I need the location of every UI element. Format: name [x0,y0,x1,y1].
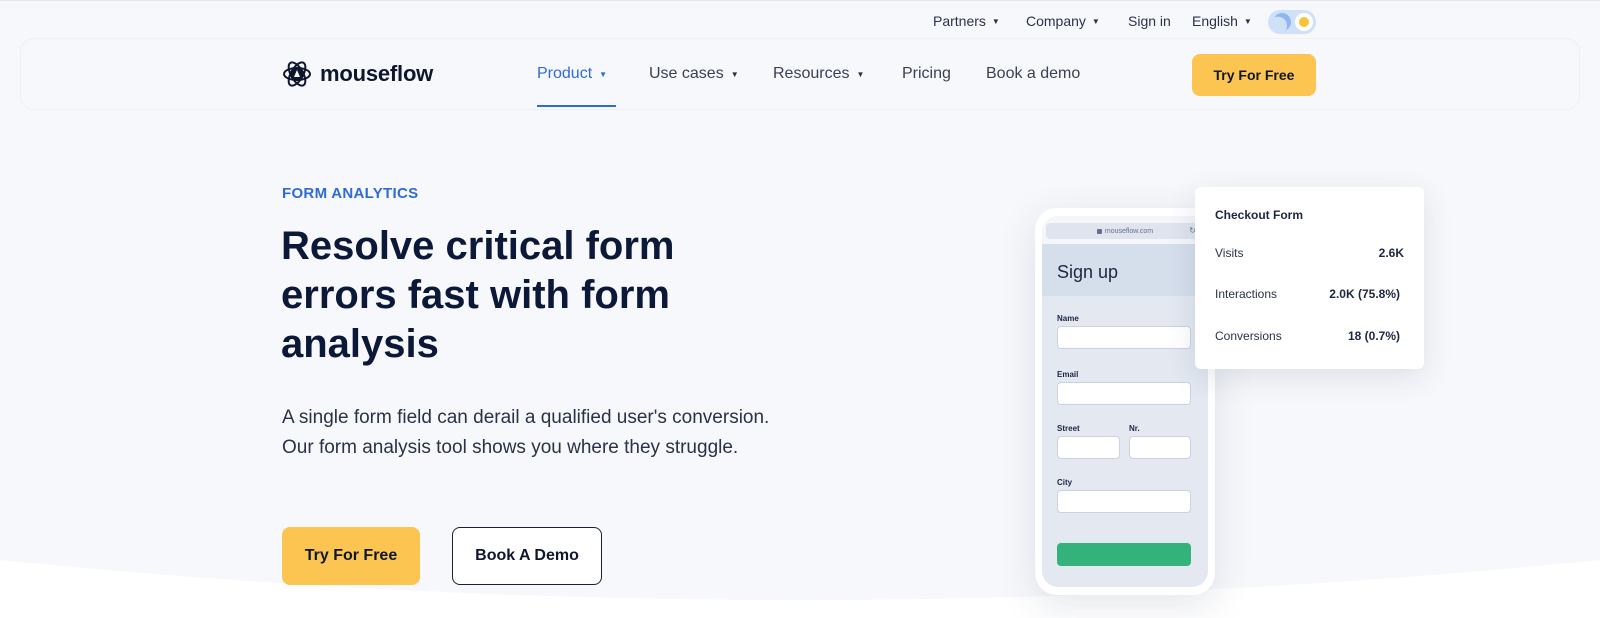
stats-value: 2.6K [1378,246,1404,260]
nav-pricing-label: Pricing [902,65,951,82]
city-label: City [1057,478,1073,487]
nav-use-cases-label: Use cases [649,65,724,82]
moon-icon [1270,10,1293,33]
hero-book-demo-button[interactable]: Book A Demo [452,527,602,585]
hero-headline: Resolve critical form errors fast with f… [281,224,675,366]
logo[interactable]: mouseflow [282,59,433,89]
email-label: Email [1057,370,1079,379]
phone-screen: mouseflow.com ↻ Sign up Name Email Stree… [1042,216,1208,587]
nav-book-demo[interactable]: Book a demo [986,65,1080,83]
street-label: Street [1057,424,1080,433]
stats-row: Conversions 18 (0.7%) [1215,329,1400,343]
stats-title: Checkout Form [1215,208,1304,222]
hero-eyebrow: FORM ANALYTICS [282,185,419,202]
utility-company-label: Company [1026,13,1086,29]
sun-icon [1295,13,1313,31]
caret-down-icon: ▼ [1243,16,1252,26]
url-bar: mouseflow.com ↻ [1046,223,1204,239]
page: Partners ▼ Company ▼ Sign in English ▼ m… [0,0,1600,618]
utility-language[interactable]: English ▼ [1192,13,1252,29]
utility-sign-in[interactable]: Sign in [1128,13,1171,29]
nr-label: Nr. [1129,424,1140,433]
nav-active-indicator [537,105,616,107]
caret-down-icon: ▼ [730,69,739,79]
name-field [1057,326,1191,349]
stats-value: 18 (0.7%) [1347,329,1400,343]
stats-row: Interactions 2.0K (75.8%) [1215,287,1400,301]
language-label: English [1192,13,1238,29]
caret-down-icon: ▼ [856,69,865,79]
stats-label: Visits [1215,246,1244,260]
nav-book-demo-label: Book a demo [986,65,1081,82]
name-label: Name [1057,314,1079,323]
bottom-wave [0,560,1600,618]
lock-icon [1096,228,1102,234]
mouseflow-logo-icon [283,61,311,87]
utility-partners[interactable]: Partners ▼ [933,13,1000,29]
logo-text: mouseflow [320,61,434,86]
signup-title: Sign up [1042,244,1208,296]
utility-company[interactable]: Company ▼ [1026,13,1100,29]
caret-down-icon: ▼ [599,69,608,79]
nav-product[interactable]: Product ▼ [537,65,607,83]
hero-subtext: A single form field can derail a qualifi… [282,407,770,458]
phone-mockup: mouseflow.com ↻ Sign up Name Email Stree… [1035,208,1215,595]
nr-field [1129,436,1191,459]
nav-product-label: Product [537,65,593,82]
stats-label: Conversions [1215,329,1282,343]
browser-bar: mouseflow.com ↻ [1042,216,1208,244]
caret-down-icon: ▼ [1091,16,1100,26]
stats-label: Interactions [1215,287,1278,301]
utility-bar: Partners ▼ Company ▼ Sign in English ▼ [0,0,1600,42]
theme-toggle[interactable] [1268,10,1316,34]
checkout-form-stats-card: Checkout Form Visits 2.6K Interactions 2… [1195,187,1424,369]
nav-pricing[interactable]: Pricing [902,65,951,83]
utility-partners-label: Partners [933,13,986,29]
stats-value: 2.0K (75.8%) [1329,287,1400,301]
nav-try-free-button[interactable]: Try For Free [1192,54,1316,96]
hero-try-free-button[interactable]: Try For Free [282,527,420,585]
signup-submit-button [1057,543,1191,566]
nav-resources[interactable]: Resources ▼ [773,65,864,83]
caret-down-icon: ▼ [991,16,1000,26]
nav-resources-label: Resources [773,65,850,82]
sign-in-label: Sign in [1128,13,1171,29]
email-field [1057,382,1191,405]
nav-use-cases[interactable]: Use cases ▼ [649,65,739,83]
stats-row: Visits 2.6K [1215,246,1404,260]
city-field [1057,490,1191,513]
street-field [1057,436,1120,459]
url-text: mouseflow.com [1104,227,1154,235]
